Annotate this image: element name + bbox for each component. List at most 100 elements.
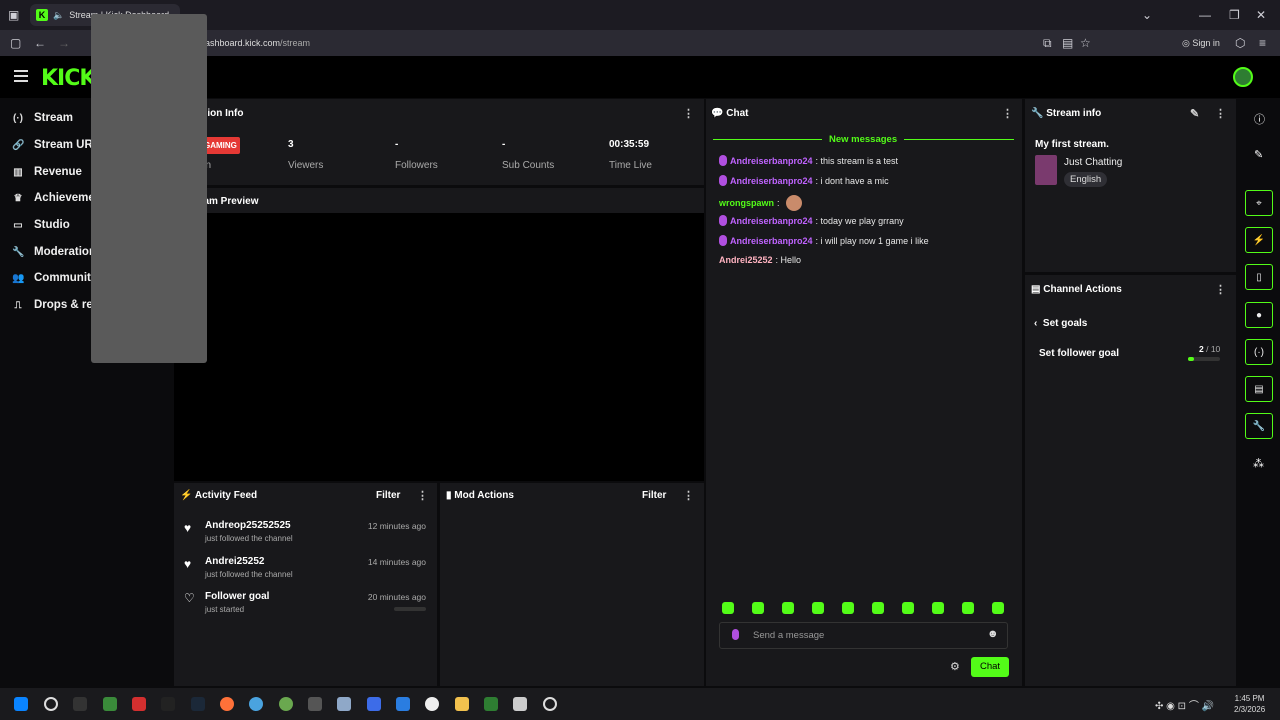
emote-icon[interactable] xyxy=(812,602,824,614)
stream-preview-video[interactable] xyxy=(174,213,704,481)
nodes-icon[interactable]: ⁂ xyxy=(1253,457,1264,470)
emote-icon[interactable] xyxy=(842,602,854,614)
address-bar[interactable]: dashboard.kick.com/stream xyxy=(200,30,310,56)
app-green-icon[interactable] xyxy=(279,697,293,711)
emote-icon[interactable] xyxy=(932,602,944,614)
rail-button-layout[interactable]: ▤ xyxy=(1245,376,1273,402)
sidebar-item-moderation[interactable]: 🔧 Moderation xyxy=(12,246,96,258)
sidebar-item-stream-url[interactable]: 🔗 Stream URL xyxy=(12,139,100,151)
new-messages-label[interactable]: New messages xyxy=(822,134,905,145)
kick-logo[interactable]: KICK xyxy=(41,66,96,91)
pencil-icon[interactable]: ✎ xyxy=(1254,148,1263,161)
chat-kebab-icon[interactable]: ⋮ xyxy=(1002,107,1013,120)
category-thumbnail[interactable] xyxy=(1035,155,1057,185)
taskbar-clock[interactable]: 1:45 PM 2/3/2026 xyxy=(1234,693,1265,715)
chevron-down-icon[interactable]: ⌄ xyxy=(1142,2,1152,28)
mod-filter-button[interactable]: Filter xyxy=(642,490,666,501)
emoji-icon[interactable]: ☻ xyxy=(987,628,999,640)
stream-info-kebab-icon[interactable]: ⋮ xyxy=(1215,107,1226,120)
rail-button-bolt[interactable]: ⚡ xyxy=(1245,227,1273,253)
hamburger-menu-icon[interactable] xyxy=(14,70,28,82)
edit-pencil-icon[interactable]: ✎ xyxy=(1190,107,1199,120)
chat-username[interactable]: Andrei25252 xyxy=(719,255,773,265)
feed-item-name[interactable]: Follower goal xyxy=(205,591,269,602)
tab-list-icon[interactable]: ▣ xyxy=(8,2,19,28)
mod-kebab-icon[interactable]: ⋮ xyxy=(683,489,694,502)
epic-games-icon[interactable] xyxy=(73,697,87,711)
windows-start-icon[interactable] xyxy=(14,697,28,711)
search-icon[interactable] xyxy=(44,697,58,711)
emote-icon[interactable] xyxy=(962,602,974,614)
follower-goal-label[interactable]: Set follower goal xyxy=(1039,348,1119,359)
reader-icon[interactable]: ▤ xyxy=(1062,30,1073,56)
activity-kebab-icon[interactable]: ⋮ xyxy=(417,489,428,502)
menu-icon[interactable]: ≡ xyxy=(1259,30,1266,56)
category-name[interactable]: Just Chatting xyxy=(1064,157,1122,168)
rail-button-document[interactable]: ▯ xyxy=(1245,264,1273,290)
session-kebab-icon[interactable]: ⋮ xyxy=(683,107,694,120)
emote-icon[interactable] xyxy=(782,602,794,614)
tray-icons[interactable]: ✣ ◉ ⊡ ⌒ 🔊 xyxy=(1155,697,1214,712)
back-button[interactable]: ‹ Set goals xyxy=(1034,318,1087,329)
chat-username[interactable]: wrongspawn xyxy=(719,198,774,208)
mod-actions-panel xyxy=(440,483,704,686)
sidebar-item-community[interactable]: 👥 Community xyxy=(12,272,97,284)
gear-icon[interactable]: ⚙ xyxy=(950,660,960,673)
app-refresh-icon[interactable] xyxy=(543,697,557,711)
stream-info-panel xyxy=(1025,99,1236,272)
emote-icon[interactable] xyxy=(872,602,884,614)
sidebar-item-studio[interactable]: ▭ Studio xyxy=(12,219,70,231)
folder-icon[interactable] xyxy=(455,697,469,711)
chat-username[interactable]: Andreiserbanpro24 xyxy=(730,176,813,186)
extensions-icon[interactable]: ⬡ xyxy=(1235,30,1245,56)
app-fan-icon[interactable] xyxy=(513,697,527,711)
chat-username[interactable]: Andreiserbanpro24 xyxy=(730,156,813,166)
app-red-icon[interactable] xyxy=(132,697,146,711)
emote-icon[interactable] xyxy=(752,602,764,614)
chat-username[interactable]: Andreiserbanpro24 xyxy=(730,216,813,226)
app-blue-icon[interactable] xyxy=(367,697,381,711)
bookmark-star-icon[interactable]: ☆ xyxy=(1080,30,1091,56)
minimize-icon[interactable]: — xyxy=(1199,2,1211,28)
mic-icon[interactable] xyxy=(732,629,739,640)
app-globe-icon[interactable] xyxy=(249,697,263,711)
chat-send-button[interactable]: Chat xyxy=(971,657,1009,677)
url-host: dashboard.kick.com xyxy=(200,38,281,48)
maximize-icon[interactable]: ❐ xyxy=(1229,2,1240,28)
sidebar-item-stream[interactable]: (·) Stream xyxy=(12,112,73,124)
emote-icon[interactable] xyxy=(902,602,914,614)
app-white-icon[interactable] xyxy=(425,697,439,711)
feed-item-name[interactable]: Andreop25252525 xyxy=(205,520,291,531)
app-photo-icon[interactable] xyxy=(337,697,351,711)
sign-in-button[interactable]: ◎ Sign in xyxy=(1182,30,1220,56)
app-v-icon[interactable] xyxy=(103,697,117,711)
chat-username[interactable]: Andreiserbanpro24 xyxy=(730,236,813,246)
sidebar-toggle-icon[interactable]: ▢ xyxy=(10,30,21,56)
feed-item-name[interactable]: Andrei25252 xyxy=(205,556,264,567)
rail-button-focus[interactable]: ⌖ xyxy=(1245,190,1273,216)
emote-icon[interactable] xyxy=(722,602,734,614)
app-green-square-icon[interactable] xyxy=(484,697,498,711)
mic-badge-icon xyxy=(719,215,727,226)
channel-actions-kebab-icon[interactable]: ⋮ xyxy=(1215,283,1226,296)
app-grey-icon[interactable] xyxy=(308,697,322,711)
sidebar-item-label: Stream xyxy=(34,112,73,124)
sidebar-item-revenue[interactable]: ▥ Revenue xyxy=(12,166,82,178)
firefox-icon[interactable] xyxy=(220,697,234,711)
tr-app-icon[interactable] xyxy=(161,697,175,711)
emote-icon[interactable] xyxy=(992,602,1004,614)
screenshot-icon[interactable]: ⧉ xyxy=(1043,30,1052,56)
info-icon[interactable]: ⓘ xyxy=(1254,111,1265,127)
rail-button-broadcast[interactable]: (·) xyxy=(1245,339,1273,365)
close-icon[interactable]: ✕ xyxy=(1256,2,1266,28)
shield-icon[interactable] xyxy=(396,697,410,711)
goal-current: 2 xyxy=(1199,344,1204,354)
steam-icon[interactable] xyxy=(191,697,205,711)
rail-button-wrench[interactable]: 🔧 xyxy=(1245,413,1273,439)
activity-filter-button[interactable]: Filter xyxy=(376,490,400,501)
back-arrow-icon[interactable]: ← xyxy=(34,30,46,56)
user-avatar[interactable] xyxy=(1233,67,1253,87)
rail-button-chat[interactable]: ● xyxy=(1245,302,1273,328)
forward-arrow-icon[interactable]: → xyxy=(58,30,70,56)
mic-badge-icon xyxy=(719,175,727,186)
